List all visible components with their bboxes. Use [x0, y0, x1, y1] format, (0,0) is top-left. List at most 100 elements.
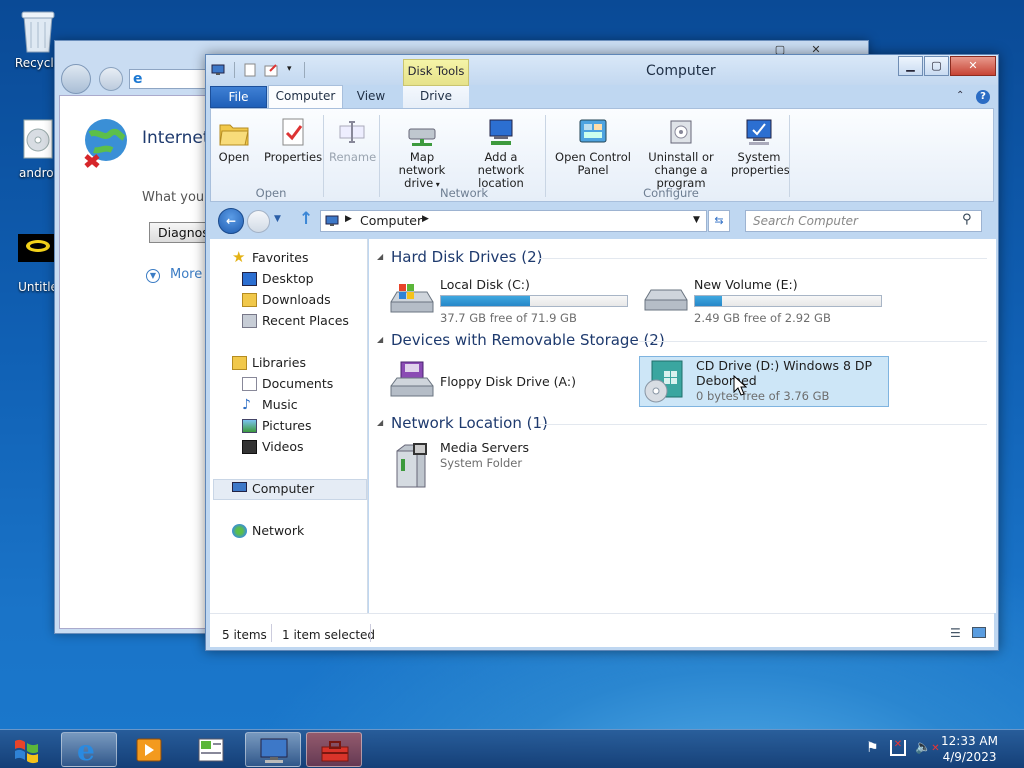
internet-explorer-icon: e: [77, 734, 95, 767]
start-button[interactable]: [6, 733, 48, 767]
ribbon-open-button[interactable]: Open: [215, 117, 253, 164]
ribbon-control-panel-button[interactable]: Open Control Panel: [551, 117, 635, 177]
details-view-icon[interactable]: ☰: [950, 626, 961, 640]
ie-back-icon[interactable]: [61, 64, 91, 94]
group-removable-storage[interactable]: Devices with Removable Storage (2): [391, 331, 665, 349]
group-hard-disk-drives[interactable]: Hard Disk Drives (2): [391, 248, 542, 266]
recent-locations-dropdown-icon[interactable]: ▼: [274, 214, 281, 224]
taskbar-internet-explorer[interactable]: e: [61, 732, 117, 767]
ribbon-uninstall-button[interactable]: Uninstall or change a program: [633, 117, 729, 190]
qat-dropdown-icon[interactable]: ▾: [287, 64, 292, 74]
more-chevron-icon[interactable]: ▼: [146, 269, 160, 283]
status-bar: 5 items 1 item selected ☰: [210, 613, 994, 647]
minimize-button[interactable]: ▁: [898, 56, 923, 76]
tab-file[interactable]: File: [210, 86, 267, 108]
drive-usage-bar: [694, 295, 882, 307]
rename-icon: [336, 117, 368, 147]
desktop-icon-label: androi: [19, 166, 57, 180]
large-icons-view-icon[interactable]: [972, 627, 986, 638]
nav-libraries[interactable]: Libraries: [232, 354, 306, 372]
nav-downloads[interactable]: Downloads: [242, 291, 331, 309]
taskbar-toolbox[interactable]: [306, 732, 362, 767]
ie-logo-icon: e: [133, 71, 143, 87]
ie-page-text: What you: [142, 190, 205, 205]
drive-usage-bar: [440, 295, 628, 307]
maximize-button[interactable]: ▢: [924, 56, 949, 76]
address-dropdown-icon[interactable]: ▼: [693, 215, 700, 225]
taskbar-file-explorer[interactable]: [183, 732, 239, 767]
computer-small-icon: [325, 215, 339, 226]
taskbar-media-player[interactable]: [121, 732, 177, 767]
windows-logo-icon: [15, 739, 38, 764]
up-arrow-icon[interactable]: ↑: [299, 209, 313, 229]
ribbon-add-location-button[interactable]: Add a network location: [461, 117, 541, 190]
ie-more-link[interactable]: More: [170, 267, 202, 282]
nav-videos[interactable]: Videos: [242, 438, 304, 456]
ie-diagnose-button[interactable]: Diagnos: [149, 222, 209, 243]
desktop-icon-label: Untitle: [18, 280, 58, 294]
qat-new-folder-icon[interactable]: [264, 63, 278, 77]
action-center-flag-icon[interactable]: ⚑: [866, 740, 879, 756]
computer-small-icon: [211, 64, 225, 75]
drive-e[interactable]: New Volume (E:) 2.49 GB free of 2.92 GB: [641, 276, 891, 328]
address-bar[interactable]: ▶ Computer ▶ ▼: [320, 210, 707, 232]
cd-drive-icon: [644, 360, 683, 403]
ribbon-group-network-label: Network: [439, 186, 489, 200]
refresh-button[interactable]: ⇆: [708, 210, 730, 232]
network-status-icon[interactable]: ✕: [890, 740, 906, 756]
ribbon-rename-button[interactable]: Rename: [329, 117, 376, 164]
folder-open-icon: [218, 117, 250, 147]
window-title: Computer: [646, 63, 716, 79]
ie-address-field[interactable]: e: [129, 69, 209, 89]
file-explorer-icon: [198, 738, 224, 762]
nav-documents[interactable]: Documents: [242, 375, 333, 393]
drive-free-space: 37.7 GB free of 71.9 GB: [440, 311, 577, 325]
minimize-ribbon-icon[interactable]: ⌃: [956, 90, 964, 101]
search-input[interactable]: Search Computer: [745, 210, 982, 232]
taskbar-computer[interactable]: [245, 732, 301, 767]
qat-properties-icon[interactable]: [244, 63, 256, 77]
videos-icon: [242, 440, 257, 454]
close-button[interactable]: ✕: [950, 56, 996, 76]
drive-c[interactable]: Local Disk (C:) 37.7 GB free of 71.9 GB: [387, 276, 637, 328]
floppy-drive-icon: [390, 361, 434, 397]
nav-recent-places[interactable]: Recent Places: [242, 312, 349, 330]
breadcrumb-separator-icon[interactable]: ▶: [345, 214, 352, 224]
system-clock[interactable]: 12:33 AM 4/9/2023: [941, 733, 998, 765]
selection-count: 1 item selected: [282, 628, 376, 642]
tab-computer[interactable]: Computer: [268, 85, 343, 109]
volume-muted-icon[interactable]: 🔈✕: [915, 740, 940, 755]
nav-desktop[interactable]: Desktop: [242, 270, 314, 288]
tab-drive[interactable]: Drive: [403, 86, 469, 108]
tab-view[interactable]: View: [344, 86, 398, 108]
nav-pictures[interactable]: Pictures: [242, 417, 312, 435]
breadcrumb-separator-icon[interactable]: ▶: [422, 214, 429, 224]
drive-a[interactable]: Floppy Disk Drive (A:): [387, 357, 637, 409]
ribbon-system-properties-button[interactable]: System properties: [731, 117, 790, 177]
collapse-group-icon[interactable]: ◢: [377, 252, 383, 261]
collapse-group-icon[interactable]: ◢: [377, 418, 383, 427]
forward-button[interactable]: [247, 210, 270, 233]
nav-music[interactable]: ♪ Music: [242, 396, 298, 414]
ribbon-separator: [789, 115, 790, 197]
collapse-group-icon[interactable]: ◢: [377, 335, 383, 344]
clock-date: 4/9/2023: [942, 750, 997, 764]
help-icon[interactable]: ?: [976, 90, 990, 104]
nav-network[interactable]: Network: [232, 522, 304, 540]
media-servers[interactable]: Media Servers System Folder: [387, 439, 637, 491]
ribbon-map-drive-button[interactable]: Map network drive ▾: [386, 117, 458, 191]
context-tab-group: Disk Tools: [403, 59, 469, 86]
drive-d-selected[interactable]: CD Drive (D:) Windows 8 DP Debomed 0 byte…: [639, 356, 889, 407]
explorer-window[interactable]: ▾ Disk Tools Computer ▁ ▢ ✕ File Compute…: [205, 54, 999, 651]
ie-forward-icon[interactable]: [99, 67, 123, 91]
nav-computer[interactable]: Computer: [232, 480, 314, 498]
toolbox-icon: [321, 741, 349, 762]
item-count: 5 items: [222, 628, 267, 642]
ribbon-properties-button[interactable]: Properties: [263, 117, 323, 164]
breadcrumb-computer[interactable]: Computer: [360, 213, 422, 228]
back-button[interactable]: ←: [218, 208, 244, 234]
nav-favorites[interactable]: ★ Favorites: [232, 248, 308, 267]
group-network-location[interactable]: Network Location (1): [391, 414, 548, 432]
title-bar[interactable]: ▾ Disk Tools Computer ▁ ▢ ✕: [206, 55, 998, 86]
clock-time: 12:33 AM: [941, 734, 998, 748]
